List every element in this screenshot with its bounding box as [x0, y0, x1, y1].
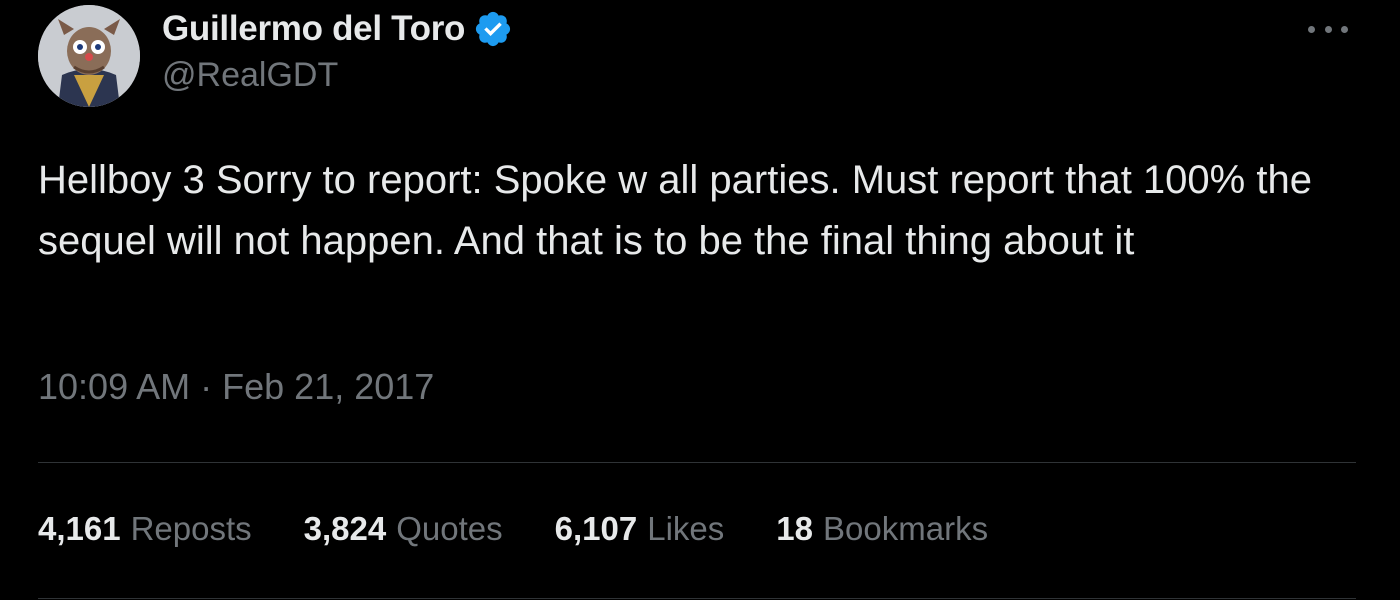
- stat-label: Bookmarks: [823, 510, 989, 547]
- engagement-stats: 4,161 Reposts 3,824 Quotes 6,107 Likes 1…: [38, 506, 1040, 552]
- stat-count: 4,161: [38, 510, 121, 547]
- divider: [38, 462, 1356, 463]
- stat-count: 18: [776, 510, 814, 547]
- dot: [1308, 25, 1315, 33]
- stat-bookmarks[interactable]: 18 Bookmarks: [776, 510, 988, 548]
- author-name-row: Guillermo del Toro: [162, 6, 513, 52]
- stat-label: Reposts: [130, 510, 252, 547]
- tweet-detail: Guillermo del Toro @RealGDT Hellboy 3 So…: [0, 0, 1400, 600]
- avatar-image: [38, 5, 140, 107]
- dot: [1324, 25, 1332, 33]
- tweet-time: 10:09 AM: [38, 366, 191, 407]
- stat-quotes[interactable]: 3,824 Quotes: [304, 510, 503, 548]
- avatar[interactable]: [38, 5, 140, 107]
- verified-badge-icon: [473, 9, 513, 49]
- divider: [38, 598, 1356, 599]
- stat-count: 3,824: [303, 510, 387, 547]
- meta-separator: ·: [200, 366, 213, 407]
- tweet-timestamp[interactable]: 10:09 AM · Feb 21, 2017: [38, 366, 434, 408]
- stat-label: Likes: [647, 510, 725, 547]
- stat-likes[interactable]: 6,107 Likes: [555, 510, 725, 548]
- more-dots-icon[interactable]: [1308, 22, 1348, 36]
- author-handle[interactable]: @RealGDT: [162, 56, 338, 95]
- tweet-text: Hellboy 3 Sorry to report: Spoke w all p…: [38, 158, 1324, 263]
- dot: [1341, 25, 1348, 33]
- tweet-date: Feb 21, 2017: [222, 366, 435, 407]
- stat-reposts[interactable]: 4,161 Reposts: [38, 510, 252, 548]
- stat-count: 6,107: [554, 510, 638, 547]
- stat-label: Quotes: [396, 510, 503, 547]
- author-display-name[interactable]: Guillermo del Toro: [162, 9, 465, 49]
